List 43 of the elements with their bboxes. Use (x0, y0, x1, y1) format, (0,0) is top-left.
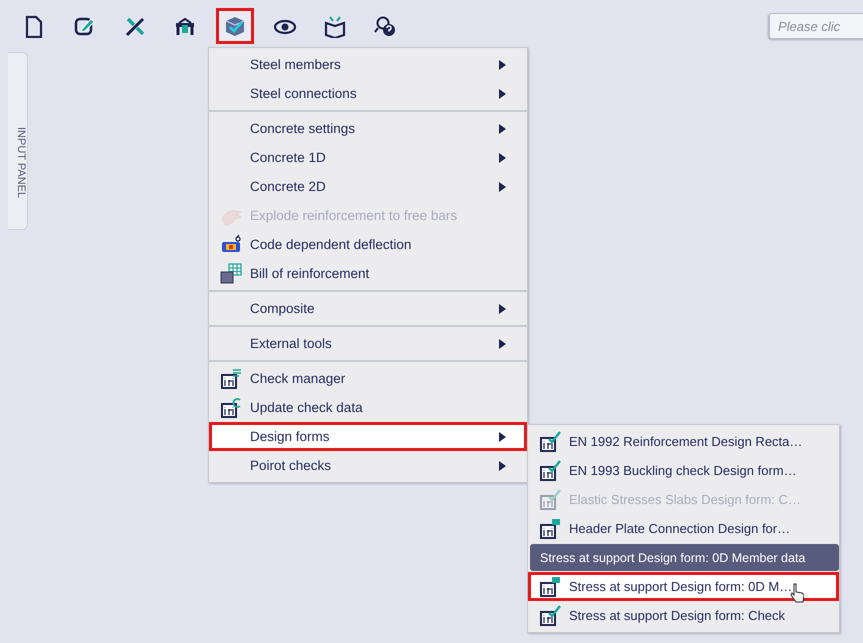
submenu-arrow-icon (498, 460, 506, 470)
submenu-arrow-icon (498, 304, 506, 314)
menu-item[interactable]: Poirot checks (209, 451, 527, 480)
flagged-form-icon (539, 518, 561, 540)
menu-item[interactable]: Bill of reinforcement (209, 259, 527, 288)
hint-field[interactable]: Please clic (769, 13, 863, 39)
submenu-item[interactable]: EN 1993 Buckling check Design form… (528, 456, 839, 485)
submenu-item[interactable]: Stress at support Design form: 0D M… (528, 572, 839, 601)
submenu-arrow-icon (498, 432, 506, 442)
help-search-icon (374, 14, 396, 38)
table-icon (220, 262, 242, 284)
menu-item[interactable]: Code dependent deflection (209, 230, 527, 259)
submenu-arrow-icon (498, 88, 506, 98)
menu-item[interactable]: Concrete settings (209, 114, 527, 143)
submenu-item[interactable]: Stress at support Design form: Check (528, 601, 839, 630)
checked-form-icon (539, 604, 561, 626)
menu-item[interactable]: Update check data (209, 393, 527, 422)
submenu-item[interactable]: Header Plate Connection Design for… (528, 514, 839, 543)
book-icon (324, 14, 346, 38)
checked-form-icon (539, 460, 561, 482)
menu-item[interactable]: Steel members (209, 50, 527, 79)
input-panel-tab[interactable]: INPUT PANEL (8, 52, 28, 230)
flagged-form-icon (539, 576, 561, 598)
menu-item[interactable]: Concrete 1D (209, 143, 527, 172)
menu-item[interactable]: Check manager (209, 364, 527, 393)
menu-item[interactable]: Concrete 2D (209, 172, 527, 201)
submenu-arrow-icon (498, 152, 506, 162)
menu-item[interactable]: Steel connections (209, 79, 527, 108)
submenu-arrow-icon (498, 338, 506, 348)
checked-form-icon (539, 488, 561, 510)
check-manager-icon (220, 368, 242, 390)
submenu-arrow-icon (498, 60, 506, 70)
checked-form-icon (539, 430, 561, 452)
submenu-item[interactable]: EN 1992 Reinforcement Design Recta… (528, 427, 839, 456)
menu-item[interactable]: External tools (209, 329, 527, 358)
checked-cube-icon (224, 14, 246, 38)
submenu-arrow-icon (498, 124, 506, 134)
submenu-arrow-icon (498, 182, 506, 192)
update-icon (220, 396, 242, 418)
menu-item[interactable]: Composite (209, 294, 527, 323)
tooltip: Stress at support Design form: 0D Member data (530, 544, 839, 571)
menu-item[interactable]: Design forms (209, 422, 527, 451)
hand-pointer-icon (790, 583, 804, 603)
